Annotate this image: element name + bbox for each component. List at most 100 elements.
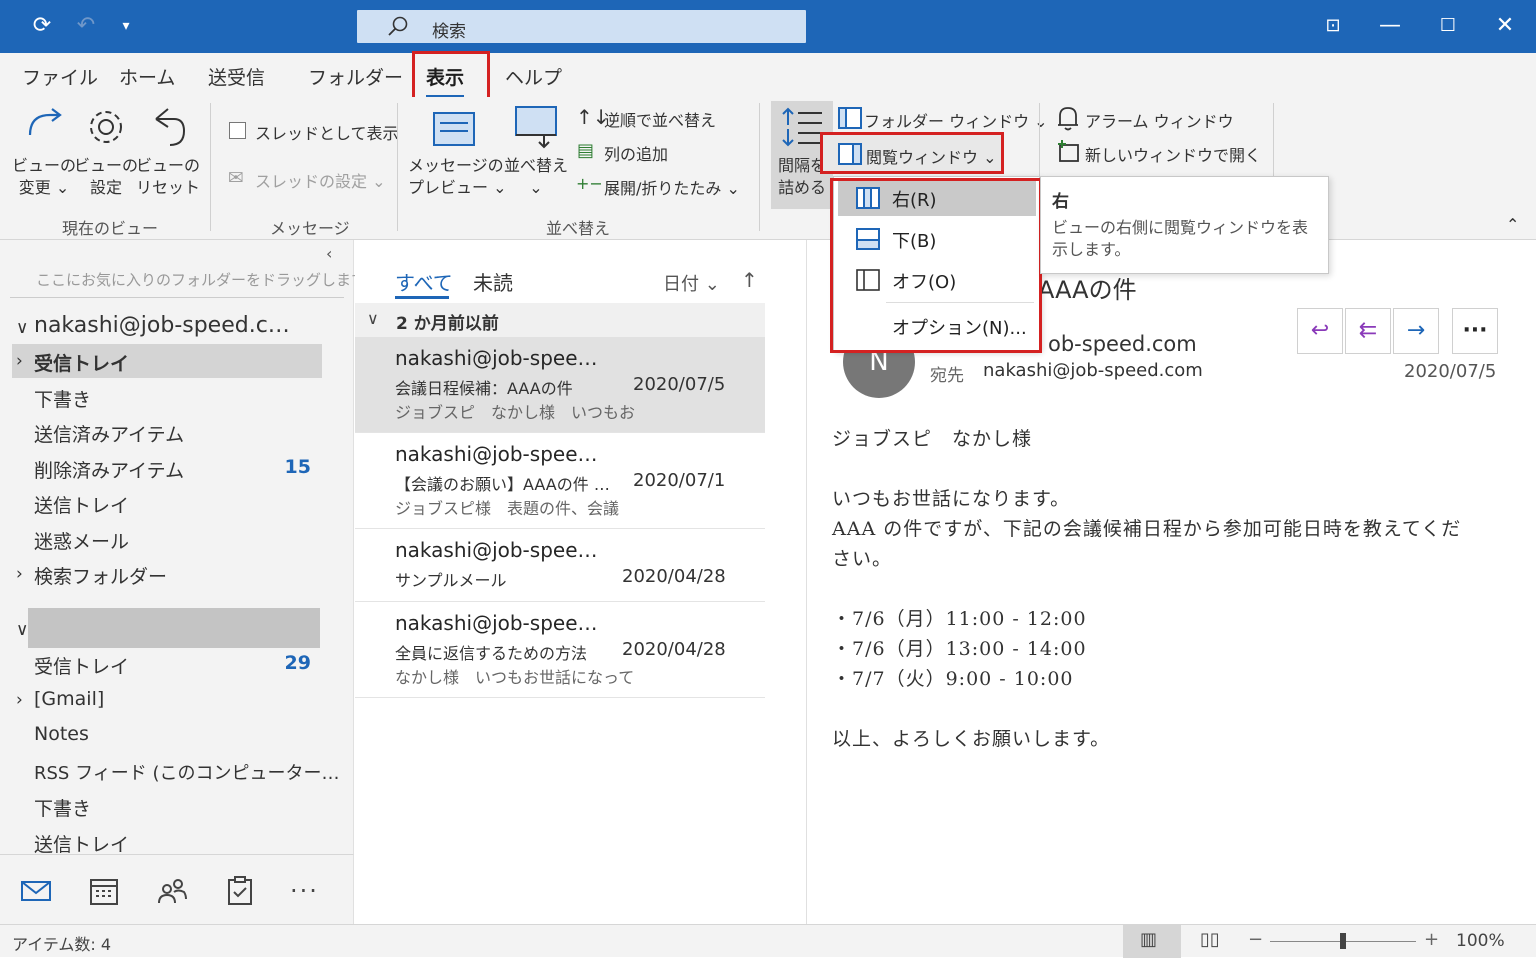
zoom-in-icon[interactable]: +: [1424, 929, 1439, 950]
close-button[interactable]: ✕: [1485, 8, 1525, 44]
view-settings-button[interactable]: ビューの 設定: [74, 155, 138, 199]
email-subject: AAAの件: [1038, 276, 1137, 304]
mail-icon[interactable]: [18, 873, 54, 909]
zoom-out-icon[interactable]: −: [1248, 929, 1263, 950]
alarm-window-button[interactable]: アラーム ウィンドウ: [1085, 108, 1234, 132]
add-column-button[interactable]: 列の追加: [604, 141, 668, 165]
spacing-icon: [782, 107, 822, 147]
sync-icon[interactable]: ⟳: [26, 10, 58, 42]
message-subject: 全員に返信するための方法: [395, 644, 588, 663]
sender-address[interactable]: ob-speed.com: [1048, 332, 1197, 356]
sort-by-dropdown[interactable]: 日付 ⌄: [663, 270, 720, 296]
folder-pane-icon: [838, 107, 862, 129]
reply-button[interactable]: ↩: [1297, 308, 1343, 354]
tasks-icon[interactable]: [222, 873, 258, 909]
forward-button[interactable]: →: [1393, 308, 1439, 354]
folder-pane: ‹ ここにお気に入りのフォルダーをドラッグします ∨ nakashi@job-s…: [0, 240, 366, 857]
list-item[interactable]: nakashi@job-spee… 【会議のお願い】AAAの件 … 2020/0…: [355, 433, 765, 529]
thread-settings-button[interactable]: スレッドの設定 ⌄: [255, 168, 386, 192]
chevron-down-icon[interactable]: ∨: [16, 620, 28, 640]
reply-all-button[interactable]: ⇇: [1345, 308, 1391, 354]
show-as-threads-checkbox[interactable]: [229, 122, 246, 139]
open-in-new-window-button[interactable]: 新しいウィンドウで開く: [1085, 142, 1261, 166]
group-label-arrange: 並べ替え: [546, 219, 611, 238]
tab-help[interactable]: ヘルプ: [505, 63, 562, 90]
message-preview-icon: [433, 112, 475, 146]
search-input[interactable]: 検索: [357, 10, 806, 43]
recipient-address[interactable]: nakashi@job-speed.com: [983, 360, 1203, 381]
reading-view-icon[interactable]: ▯▯: [1200, 929, 1220, 950]
message-preview-button[interactable]: メッセージの プレビュー ⌄: [408, 155, 507, 199]
more-actions-button[interactable]: ···: [1452, 308, 1498, 354]
sort-icon: [515, 106, 557, 149]
list-item[interactable]: nakashi@job-spee… サンプルメール 2020/04/28: [355, 529, 765, 602]
folder-gmail[interactable]: [Gmail]: [34, 688, 104, 710]
people-icon[interactable]: [154, 873, 190, 909]
minimize-button[interactable]: —: [1370, 8, 1410, 44]
expand-collapse-button[interactable]: 展開/折りたたみ ⌄: [604, 175, 740, 199]
folder-drafts[interactable]: 下書き: [34, 794, 91, 821]
folder-junk[interactable]: 迷惑メール: [34, 527, 129, 554]
to-label: 宛先: [930, 366, 964, 386]
coming-soon-icon[interactable]: ⊡: [1313, 8, 1353, 44]
maximize-button[interactable]: ☐: [1428, 8, 1468, 44]
new-window-icon: [1058, 140, 1079, 162]
message-preview: ジョブスピ様 表題の件、会議: [395, 499, 620, 518]
folder-sent[interactable]: 送信済みアイテム: [34, 420, 184, 447]
email-body-line: さい。: [832, 548, 893, 570]
folder-outbox[interactable]: 送信トレイ: [34, 830, 129, 857]
message-sender: nakashi@job-spee…: [395, 611, 598, 635]
folder-inbox[interactable]: 受信トレイ: [34, 349, 129, 376]
filter-unread-tab[interactable]: 未読: [473, 267, 513, 296]
tooltip-title: 右: [1052, 192, 1069, 212]
folder-rss[interactable]: RSS フィード (このコンピューター…: [34, 759, 339, 785]
search-placeholder: 検索: [432, 22, 466, 42]
chevron-right-icon[interactable]: ›: [16, 690, 23, 710]
sort-direction-icon[interactable]: ↑: [741, 268, 758, 292]
folder-inbox[interactable]: 受信トレイ: [34, 652, 129, 679]
folder-pane-button[interactable]: フォルダー ウィンドウ ⌄: [864, 108, 1048, 132]
chevron-right-icon[interactable]: ›: [16, 564, 23, 584]
ribbon-tabs: ファイル ホーム 送受信 フォルダー 表示 ヘルプ: [0, 53, 1536, 98]
collapse-folder-pane-icon[interactable]: ‹: [326, 244, 332, 263]
quick-access-dropdown-icon[interactable]: ▾: [110, 10, 142, 42]
group-label-current-view: 現在のビュー: [62, 219, 159, 238]
tab-view-highlight: [412, 51, 490, 100]
undo-icon[interactable]: ↶: [70, 10, 102, 42]
message-sender: nakashi@job-spee…: [395, 346, 598, 370]
message-sender: nakashi@job-spee…: [395, 442, 598, 466]
calendar-icon[interactable]: [86, 873, 122, 909]
list-item[interactable]: nakashi@job-spee… 全員に返信するための方法 2020/04/2…: [355, 602, 765, 698]
collapse-ribbon-icon[interactable]: ⌃: [1506, 215, 1519, 234]
account-name[interactable]: nakashi@job-speed.c…: [34, 313, 290, 338]
more-icon[interactable]: ···: [290, 877, 319, 905]
tab-file[interactable]: ファイル: [22, 63, 98, 90]
email-body-line: ・7/7（火）9:00 - 10:00: [832, 668, 1074, 690]
reverse-sort-button[interactable]: 逆順で並べ替え: [604, 107, 716, 131]
folder-notes[interactable]: Notes: [34, 723, 89, 745]
tab-send-receive[interactable]: 送受信: [208, 63, 265, 90]
group-header[interactable]: ∨ 2 か月前以前: [355, 303, 765, 337]
reset-view-button[interactable]: ビューの リセット: [136, 155, 200, 199]
folder-deleted[interactable]: 削除済みアイテム: [34, 456, 184, 483]
sort-button[interactable]: 並べ替え ⌄: [500, 155, 572, 199]
tab-home[interactable]: ホーム: [119, 63, 175, 90]
favorites-hint: ここにお気に入りのフォルダーをドラッグします: [36, 271, 367, 289]
message-subject: 会議日程候補：AAAの件: [395, 379, 573, 398]
tooltip: 右 ビューの右側に閲覧ウィンドウを表示します。: [1040, 176, 1329, 274]
folder-search-folders[interactable]: 検索フォルダー: [34, 562, 167, 589]
list-item[interactable]: nakashi@job-spee… 会議日程候補：AAAの件 2020/07/5…: [355, 337, 765, 433]
tab-folder[interactable]: フォルダー: [308, 63, 403, 90]
change-view-button[interactable]: ビューの 変更 ⌄: [12, 155, 76, 199]
chevron-down-icon[interactable]: ∨: [16, 318, 28, 338]
folder-drafts[interactable]: 下書き: [34, 385, 91, 412]
show-as-threads-label[interactable]: スレッドとして表示: [255, 120, 399, 144]
zoom-slider-thumb[interactable]: [1340, 933, 1346, 949]
email-body-line: ジョブスピ なかし様: [832, 428, 1033, 450]
message-list: すべて 未読 日付 ⌄ ↑ ∨ 2 か月前以前 nakashi@job-spee…: [355, 240, 807, 924]
folder-outbox[interactable]: 送信トレイ: [34, 491, 129, 518]
filter-all-tab[interactable]: すべて: [395, 267, 453, 296]
chevron-right-icon[interactable]: ›: [16, 351, 23, 371]
status-bar: アイテム数: 4 ▥ ▯▯ − + 100%: [0, 924, 1536, 958]
normal-view-icon[interactable]: ▥: [1140, 929, 1157, 950]
